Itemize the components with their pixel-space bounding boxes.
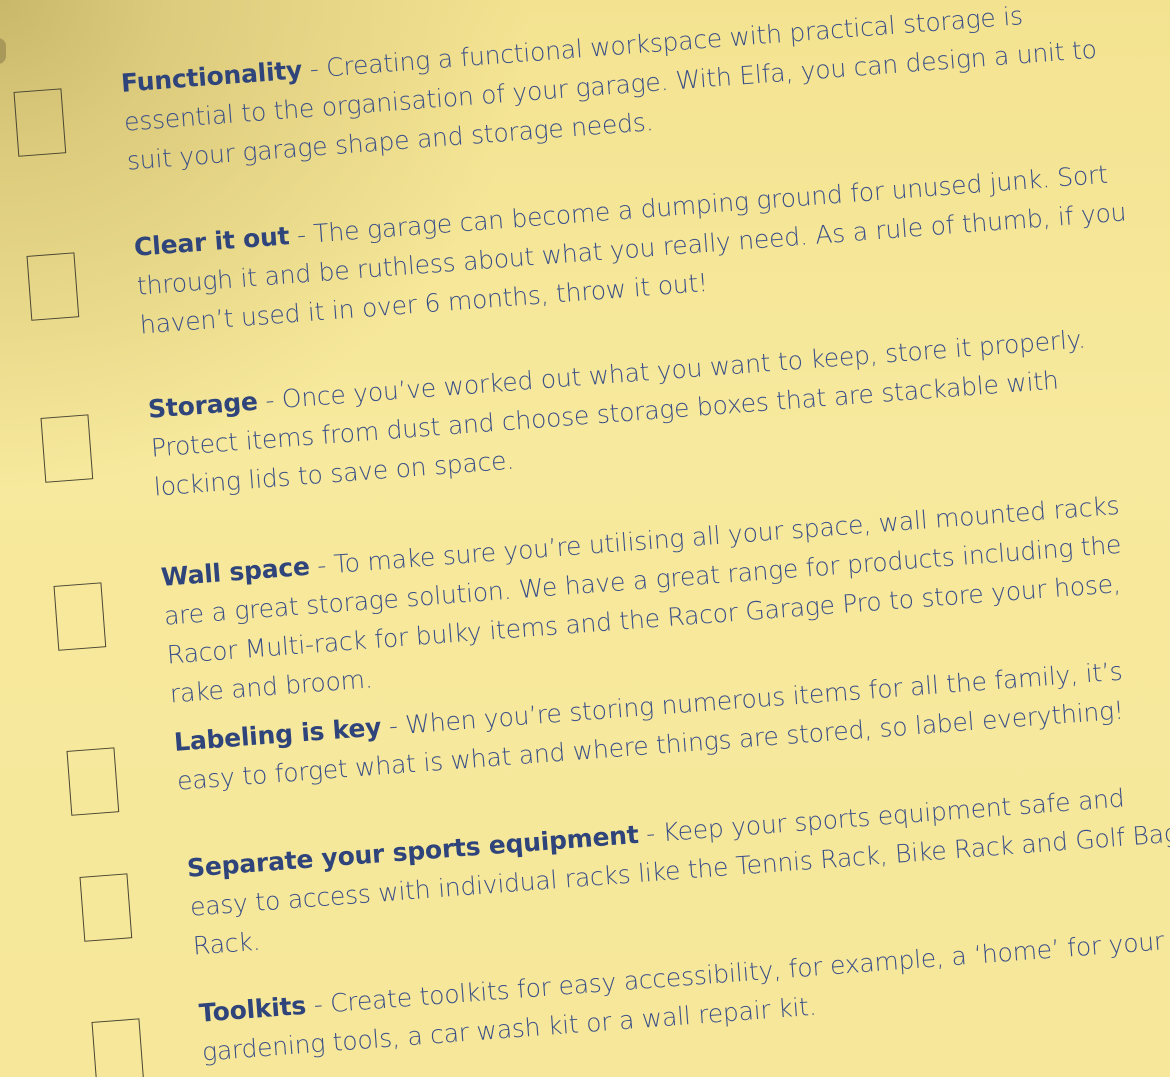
checkbox-storage[interactable] (40, 414, 94, 483)
checklist-text: Storage - Once you’ve worked out what yo… (147, 315, 1153, 507)
checklist-text: Clear it out - The garage can become a d… (133, 153, 1139, 345)
item-title: Labeling is key (173, 712, 383, 757)
checkbox-labeling-is-key[interactable] (66, 747, 120, 816)
item-title: Functionality (120, 55, 304, 98)
checklist-text: Functionality - Creating a functional wo… (120, 0, 1126, 181)
checkbox-wall-space[interactable] (53, 582, 107, 651)
checkbox-sports-equipment[interactable] (79, 873, 133, 942)
item-title: Clear it out (133, 221, 291, 262)
item-title: Toolkits (198, 990, 308, 1028)
item-body: - Once you’ve worked out what you want t… (149, 324, 1087, 502)
garage-checklist: Functionality - Creating a functional wo… (0, 0, 1170, 1077)
checkbox-functionality[interactable] (13, 88, 67, 157)
checklist-page: Functionality - Creating a functional wo… (0, 0, 1170, 1077)
checkbox-clear-it-out[interactable] (26, 252, 80, 321)
item-title: Wall space (160, 551, 311, 592)
item-title: Storage (147, 386, 259, 424)
checklist-item-functionality: Functionality - Creating a functional wo… (12, 0, 1098, 176)
checkbox-toolkits[interactable] (91, 1018, 145, 1077)
item-body: - Creating a functional workspace with p… (122, 1, 1098, 176)
